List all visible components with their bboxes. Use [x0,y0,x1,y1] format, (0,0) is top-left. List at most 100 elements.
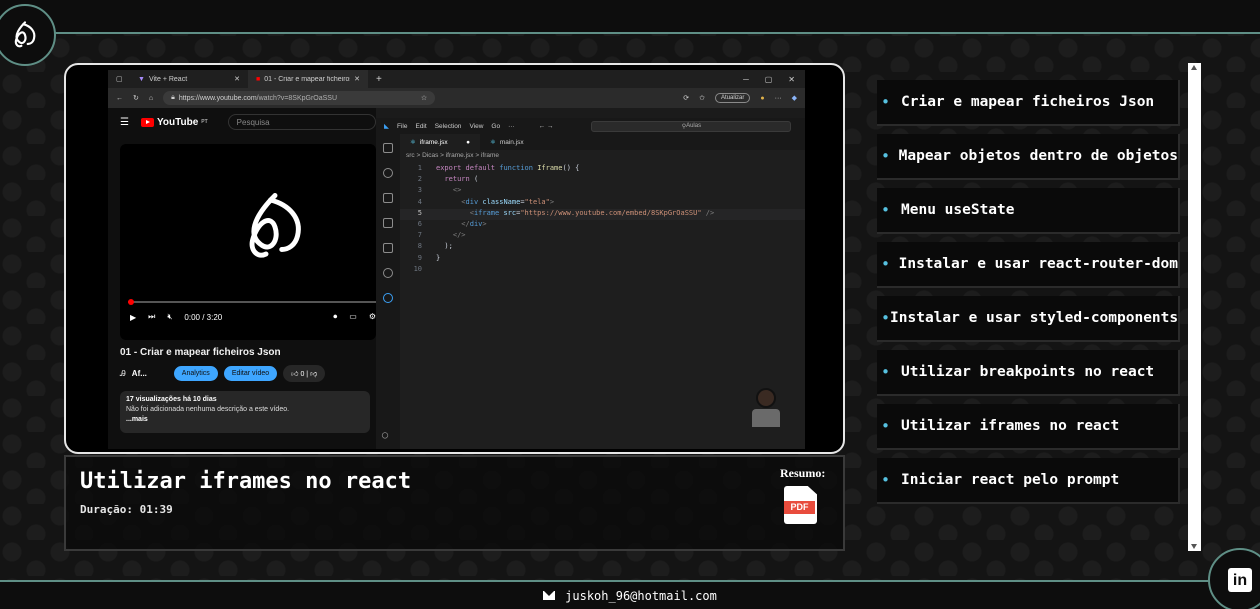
reload-icon: ↻ [133,95,139,102]
scroll-up-icon[interactable] [1191,65,1197,70]
menu-more: ··· [508,122,515,130]
code-line: 8 ); [400,242,805,253]
url-host: https://www.youtube.com [178,94,257,102]
browser-tab-youtube: ■ 01 - Criar e mapear ficheiros Json ✕ [248,70,368,88]
youtube-actions: Ꭿ Af... Analytics Editar vídeo 👍︎ 0 | 👎︎ [120,365,326,382]
edge-icon [383,293,393,303]
bullet-icon: • [881,201,891,219]
bullet-icon: • [881,471,891,489]
menu-edit: Edit [415,122,427,130]
line-number: 2 [417,175,422,184]
footer-email[interactable]: juskoh_96@hotmail.com [565,589,717,603]
youtube-logo-text: YouTube [156,116,199,128]
line-number: 5 [417,208,422,217]
bullet-icon: • [881,255,891,273]
menu-file: File [397,122,408,130]
youtube-edit-button: Editar vídeo [223,366,278,381]
pdf-download-icon[interactable]: PDF [784,486,817,524]
editor-tabs: ⚛ iframe.jsx ● ⚛ main.jsx [400,134,805,150]
profile-icon: ● [760,94,765,102]
video-player[interactable]: ▢ ▼ Vite + React ✕ ■ 01 - Criar e mapear… [64,63,845,454]
url-box: 🔒︎ https://www.youtube.com/watch?v=8SKpG… [163,91,436,105]
avatar-head [756,388,776,408]
playlist-item[interactable]: • Iniciar react pelo prompt [877,458,1180,504]
bullet-icon: • [881,309,891,327]
lesson-playlist: • Criar e mapear ficheiros Json • Mapear o… [877,74,1201,551]
code-line: 2 return ( [400,175,805,186]
unsaved-dot-icon: ● [466,138,470,146]
channel-avatar-icon: Ꭿ [120,368,126,378]
close-icon: ✕ [354,76,361,83]
linkedin-link[interactable]: in [1208,548,1260,609]
minimize-icon: ─ [743,74,749,84]
playlist-item[interactable]: • Instalar e usar react-router-dom [877,242,1180,288]
scroll-down-icon[interactable] [1191,544,1197,549]
lesson-title: Utilizar iframes no react [80,469,412,494]
playlist-item[interactable]: • Instalar e usar styled-components [877,296,1180,342]
run-icon [383,218,393,228]
youtube-player: ▶ ⏭ 🔇︎ 0:00 / 3:20 ⏺ ▭ ⚙ [120,144,376,340]
youtube-tab-icon: ■ [256,75,261,83]
code-line: 4 <div className="tela"> [400,198,805,209]
explorer-icon [383,143,393,153]
youtube-play-icon [140,117,154,127]
editor-tab-label: main.jsx [499,138,524,146]
maximize-icon: ▢ [764,74,773,84]
lesson-duration: Duração: 01:39 [80,503,173,516]
playlist-item[interactable]: • Utilizar iframes no react [877,404,1180,450]
playlist-item[interactable]: • Menu useState [877,188,1180,234]
youtube-video-title: 01 - Criar e mapear ficheiros Json [120,347,281,358]
presenter-avatar [752,388,780,428]
react-file-icon: ⚛ [410,139,416,146]
playlist-item-label: Iniciar react pelo prompt [901,472,1120,488]
favorites-icon: ✩ [699,95,706,102]
editor-activity-bar [376,134,400,449]
pdf-badge: PDF [784,501,815,514]
browser-tab-vite: ▼ Vite + React ✕ [130,70,248,88]
summary-label: Resumo: [780,466,826,480]
menu-go: Go [491,122,501,130]
settings-icon: ⚙ [368,312,376,321]
star-icon: ☆ [420,95,428,102]
line-number: 4 [417,197,422,206]
lock-icon: 🔒︎ [171,94,175,101]
signature-logo-icon [14,21,36,48]
nav-arrows-icon: ← → [538,122,554,130]
new-tab-icon: + [376,73,382,85]
youtube-channel: Af... [131,369,147,378]
playlist-item-label: Menu useState [901,202,1015,218]
bullet-icon: • [881,363,891,381]
playlist-item[interactable]: • Criar e mapear ficheiros Json [877,80,1180,126]
bullet-icon: • [881,93,891,111]
subtitles-icon: ▭ [349,312,357,321]
react-file-icon: ⚛ [490,139,496,146]
editor-breadcrumb: src > Dicas > iframe.jsx > iframe [406,152,500,159]
update-pill: Atualizar [715,93,751,103]
home-icon: ⌂ [148,94,154,102]
playlist-item[interactable]: • Utilizar breakpoints no react [877,350,1180,396]
youtube-progress-bar [128,299,376,305]
playlist-item-label: Instalar e usar react-router-dom [898,256,1178,272]
playlist-scrollbar[interactable] [1188,63,1201,551]
linkedin-icon: in [1228,568,1252,592]
editor-tab-label: iframe.jsx [419,138,448,146]
youtube-search: Pesquisa [227,114,376,130]
back-icon: ← [116,94,123,102]
youtube-description: 17 visualizações há 10 dias Não foi adic… [120,391,370,433]
editor-search: ⚲ Aulas [591,120,792,132]
avatar-body [752,409,780,427]
youtube-like-button: 👍︎ 0 | 👎︎ [283,365,326,382]
progress-handle [128,299,134,305]
youtube-logo: YouTube PT [140,116,208,128]
line-number: 8 [417,242,422,251]
youtube-analytics-button: Analytics [173,366,218,381]
close-icon: ✕ [234,76,240,83]
playlist-item[interactable]: • Mapear objetos dentro de objetos [877,134,1180,180]
youtube-header: ☰ YouTube PT Pesquisa [108,108,376,136]
youtube-page: ☰ YouTube PT Pesquisa ▶ ⏭ 🔇︎ 0:00 / 3:20… [108,108,376,449]
code-line: 7 </> [400,231,805,242]
site-logo[interactable] [0,4,56,66]
browser-tab-label: Vite + React [148,75,188,83]
browser-toolbar-right: ⟳ ✩ Atualizar ● ··· ◆ [683,93,797,103]
browser-address-bar: ← ↻ ⌂ 🔒︎ https://www.youtube.com/watch?v… [108,88,805,108]
